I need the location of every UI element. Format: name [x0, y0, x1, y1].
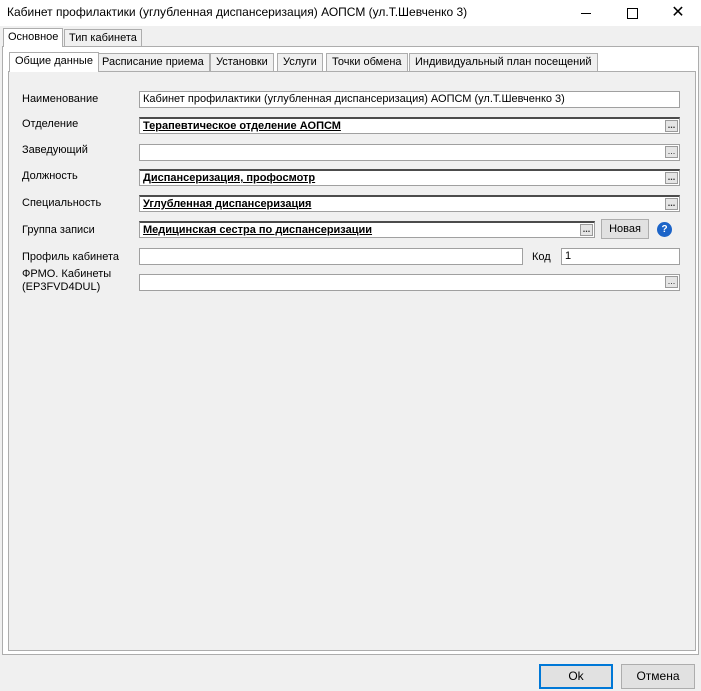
new-group-button[interactable]: Новая	[601, 219, 649, 239]
position-label: Должность	[22, 170, 78, 182]
specialty-label: Специальность	[22, 197, 102, 209]
tab-services[interactable]: Услуги	[277, 53, 323, 71]
head-field[interactable]: ...	[139, 144, 680, 161]
maximize-icon	[626, 7, 638, 19]
name-label: Наименование	[22, 93, 99, 105]
department-field[interactable]: Терапевтическое отделение АОПСМ ...	[139, 117, 680, 134]
group-ellipsis-button[interactable]: ...	[580, 224, 593, 236]
cancel-button[interactable]: Отмена	[621, 664, 695, 689]
tab-main[interactable]: Основное	[3, 28, 64, 47]
head-label: Заведующий	[22, 144, 88, 156]
frmo-label-line1: ФРМО. Кабинеты	[22, 268, 112, 280]
maximize-button[interactable]	[609, 0, 655, 26]
group-label: Группа записи	[22, 224, 95, 236]
profile-field[interactable]	[139, 248, 523, 265]
code-label: Код	[532, 251, 551, 263]
minimize-icon	[581, 12, 591, 14]
group-field[interactable]: Медицинская сестра по диспансеризации ..…	[139, 221, 595, 238]
specialty-ellipsis-button[interactable]: ...	[665, 198, 678, 210]
position-field[interactable]: Диспансеризация, профосмотр ...	[139, 169, 680, 186]
head-ellipsis-button[interactable]: ...	[665, 146, 678, 158]
group-value: Медицинская сестра по диспансеризации	[143, 224, 373, 236]
profile-label: Профиль кабинета	[22, 251, 120, 263]
tab-cabinet-type[interactable]: Тип кабинета	[64, 29, 142, 47]
help-icon[interactable]: ?	[657, 222, 672, 237]
minimize-button[interactable]	[563, 0, 609, 26]
frmo-ellipsis-button[interactable]: ...	[665, 276, 678, 288]
frmo-field[interactable]: ...	[139, 274, 680, 291]
position-value: Диспансеризация, профосмотр	[143, 172, 316, 184]
window-title: Кабинет профилактики (углубленная диспан…	[7, 5, 468, 19]
tab-visit-plan[interactable]: Индивидуальный план посещений	[409, 53, 598, 71]
frmo-label: ФРМО. Кабинеты (EP3FVD4DUL)	[22, 268, 111, 294]
department-value: Терапевтическое отделение АОПСМ	[143, 120, 341, 132]
department-ellipsis-button[interactable]: ...	[665, 120, 678, 132]
name-field[interactable]: Кабинет профилактики (углубленная диспан…	[139, 91, 680, 108]
specialty-value: Углубленная диспансеризация	[143, 198, 312, 210]
frmo-label-line2: (EP3FVD4DUL)	[22, 281, 101, 293]
ok-button[interactable]: Ok	[539, 664, 613, 689]
tab-general-data[interactable]: Общие данные	[9, 52, 99, 72]
tab-schedule[interactable]: Расписание приема	[96, 53, 210, 71]
tab-settings[interactable]: Установки	[210, 53, 274, 71]
tab-exchange-points[interactable]: Точки обмена	[326, 53, 408, 71]
close-icon: ✕	[671, 4, 685, 21]
specialty-field[interactable]: Углубленная диспансеризация ...	[139, 195, 680, 212]
department-label: Отделение	[22, 118, 79, 130]
title-bar: Кабинет профилактики (углубленная диспан…	[0, 0, 701, 26]
code-field[interactable]: 1	[561, 248, 680, 265]
close-button[interactable]: ✕	[655, 0, 701, 26]
position-ellipsis-button[interactable]: ...	[665, 172, 678, 184]
